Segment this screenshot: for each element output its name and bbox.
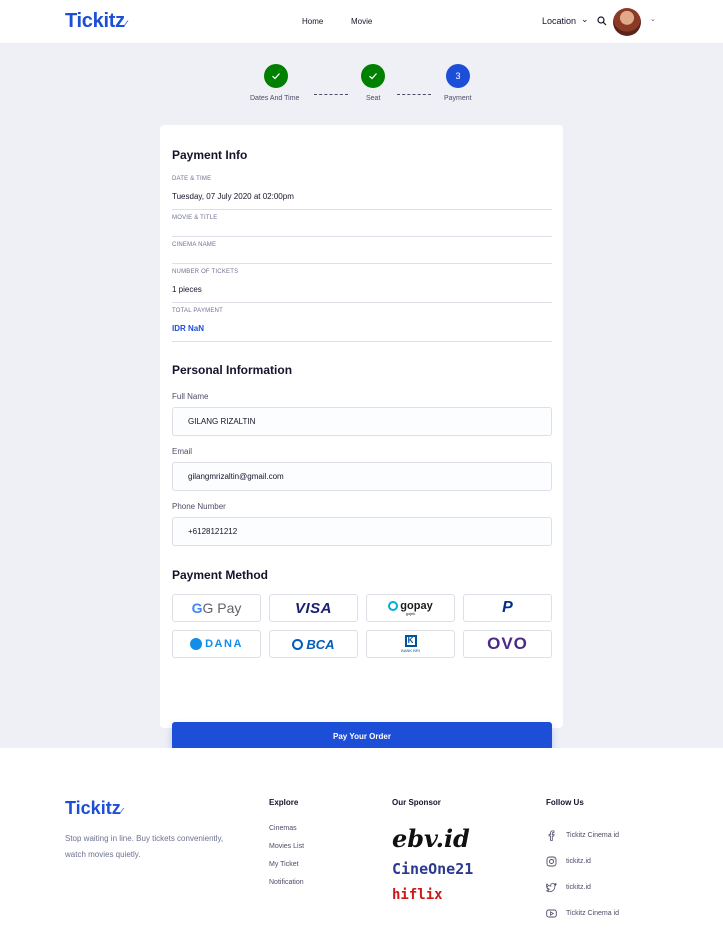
bca-option[interactable]: BCA	[269, 630, 358, 658]
full-name-input[interactable]	[172, 407, 552, 436]
search-icon[interactable]	[597, 16, 607, 26]
location-dropdown[interactable]: Location	[542, 16, 576, 26]
explore-heading: Explore	[269, 798, 299, 807]
phone-label: Phone Number	[172, 502, 226, 511]
payment-card: Payment Info DATE & TIME Tuesday, 07 Jul…	[160, 125, 563, 750]
instagram-icon[interactable]	[546, 856, 557, 867]
dana-option[interactable]: DANA	[172, 630, 261, 658]
gopay-option[interactable]: gopay gojek	[366, 594, 455, 622]
dana-logo: DANA	[205, 638, 243, 650]
divider	[172, 341, 552, 342]
footer-logo-text: Tickitz	[65, 798, 121, 818]
footer: Tickitz⁄ Stop waiting in line. Buy ticke…	[0, 748, 723, 945]
visa-option[interactable]: VISA	[269, 594, 358, 622]
bca-icon	[292, 638, 304, 650]
profile-chevron-down-icon[interactable]: ⌄	[650, 15, 656, 23]
step-divider	[397, 94, 431, 95]
chevron-down-icon[interactable]: ⌄	[581, 14, 589, 25]
avatar[interactable]	[613, 8, 641, 36]
cinema-name-label: CINEMA NAME	[172, 242, 217, 248]
footer-link-notification[interactable]: Notification	[269, 879, 304, 886]
step-2-label: Seat	[366, 95, 381, 102]
bri-icon: K	[404, 635, 417, 647]
bri-label: BANK BRI	[401, 648, 420, 653]
payment-info-title: Payment Info	[172, 148, 248, 162]
step-3-number: 3	[446, 64, 470, 88]
facebook-icon[interactable]	[546, 830, 557, 841]
sponsor-hiflix-logo: hiflix	[392, 887, 443, 903]
footer-tagline: Stop waiting in line. Buy tickets conven…	[65, 834, 224, 859]
step-2-check-icon	[361, 64, 385, 88]
sponsor-ebv-logo: ebv.id	[392, 824, 470, 853]
total-payment-value: IDR NaN	[172, 324, 205, 333]
step-3-label: Payment	[444, 95, 472, 102]
phone-input[interactable]	[172, 517, 552, 546]
top-navbar: Tickitz⁄ Home Movie Location ⌄ ⌄	[0, 0, 723, 44]
gpay-option[interactable]: GG Pay	[172, 594, 261, 622]
logo-swoosh-icon: ⁄	[124, 19, 127, 29]
gpay-logo: GG Pay	[191, 600, 242, 616]
divider	[172, 236, 552, 237]
total-payment-label: TOTAL PAYMENT	[172, 308, 223, 314]
payment-method-title: Payment Method	[172, 568, 269, 582]
footer-logo-swoosh-icon: ⁄	[120, 807, 123, 816]
divider	[172, 302, 552, 303]
social-instagram-link[interactable]: tickitz.id	[566, 858, 591, 865]
footer-logo[interactable]: Tickitz⁄	[65, 798, 122, 819]
email-label: Email	[172, 447, 193, 456]
social-twitter-link[interactable]: tickitz.id	[566, 884, 591, 891]
dana-icon	[190, 638, 203, 650]
date-time-label: DATE & TIME	[172, 176, 212, 182]
footer-link-cinemas[interactable]: Cinemas	[269, 825, 297, 832]
step-1-label: Dates And Time	[250, 95, 300, 102]
divider	[172, 263, 552, 264]
visa-logo: VISA	[294, 599, 332, 617]
ticket-count-label: NUMBER OF TICKETS	[172, 269, 239, 275]
gopay-sub: gojek	[405, 611, 416, 616]
tickitz-logo[interactable]: Tickitz⁄	[65, 10, 126, 33]
ticket-count-value: 1 pieces	[172, 285, 202, 294]
email-input[interactable]	[172, 462, 552, 491]
step-1-check-icon	[264, 64, 288, 88]
logo-text: Tickitz	[65, 10, 125, 32]
social-facebook-link[interactable]: Tickitz Cinema id	[566, 832, 619, 839]
full-name-label: Full Name	[172, 392, 209, 401]
nav-movie-link[interactable]: Movie	[351, 17, 372, 26]
youtube-icon[interactable]	[546, 908, 557, 919]
pay-order-button[interactable]: Pay Your Order	[172, 722, 552, 750]
twitter-icon[interactable]	[546, 882, 557, 893]
bri-option[interactable]: K BANK BRI	[366, 630, 455, 658]
ovo-option[interactable]: OVO	[463, 630, 552, 658]
step-divider	[314, 94, 348, 95]
ovo-logo: OVO	[487, 634, 528, 653]
personal-info-title: Personal Information	[172, 363, 293, 377]
sponsor-heading: Our Sponsor	[392, 798, 441, 807]
follow-heading: Follow Us	[546, 798, 584, 807]
footer-link-movies-list[interactable]: Movies List	[269, 843, 304, 850]
gopay-ring-icon	[388, 601, 399, 611]
bca-logo: BCA	[306, 636, 335, 652]
divider	[172, 209, 552, 210]
paypal-option[interactable]: P	[463, 594, 552, 622]
movie-title-label: MOVIE & TITLE	[172, 215, 218, 221]
footer-link-my-ticket[interactable]: My Ticket	[269, 861, 299, 868]
main-content: Dates And Time Seat 3 Payment Payment In…	[0, 44, 723, 750]
sponsor-cineone21-logo: CineOne21	[392, 860, 474, 878]
date-time-value: Tuesday, 07 July 2020 at 02:00pm	[172, 192, 294, 201]
paypal-icon: P	[502, 599, 513, 616]
nav-home-link[interactable]: Home	[302, 17, 323, 26]
social-youtube-link[interactable]: Tickitz Cinema id	[566, 910, 619, 917]
